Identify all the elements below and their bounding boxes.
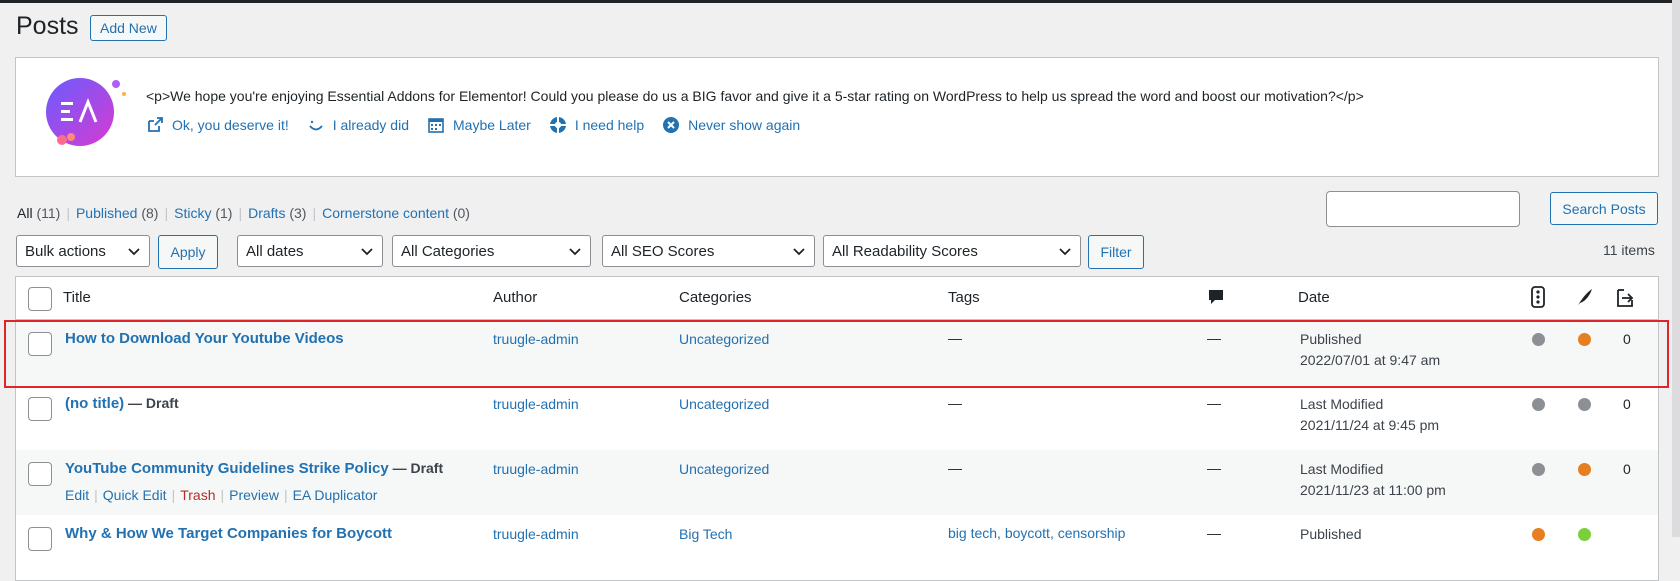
comments-cell: — [1207, 525, 1221, 541]
preview-link[interactable]: Preview [229, 487, 279, 503]
readability-dot [1578, 528, 1591, 541]
page-title: Posts [16, 12, 79, 40]
table-row: (no title) — Draft truugle-admin Uncateg… [16, 385, 1658, 450]
row-checkbox[interactable] [28, 397, 52, 421]
row-checkbox[interactable] [28, 527, 52, 551]
scrollbar[interactable] [1672, 0, 1680, 537]
post-title-link[interactable]: Why & How We Target Companies for Boycot… [65, 525, 392, 542]
seo-score-icon[interactable] [1531, 286, 1545, 308]
status-filter-links: All (11) | Published (8) | Sticky (1) | Dra… [17, 205, 470, 221]
dates-select[interactable]: All dates [237, 235, 383, 267]
chevron-down-icon [1059, 248, 1071, 256]
admin-bar [0, 0, 1680, 3]
category-link[interactable]: Uncategorized [679, 461, 769, 477]
filter-sticky[interactable]: Sticky (1) [174, 205, 232, 221]
filter-button[interactable]: Filter [1088, 235, 1144, 269]
filter-cornerstone[interactable]: Cornerstone content (0) [322, 205, 470, 221]
chevron-down-icon [128, 248, 140, 256]
seo-score-dot [1532, 398, 1545, 411]
col-tags: Tags [948, 289, 980, 306]
links-count: 0 [1623, 461, 1631, 477]
date-value: 2021/11/24 at 9:45 pm [1300, 417, 1440, 433]
col-date[interactable]: Date [1298, 289, 1330, 306]
date-status: Last Modified [1300, 396, 1384, 412]
date-status: Published [1300, 526, 1362, 542]
close-circle-icon [663, 117, 680, 133]
date-value: 2021/11/23 at 11:00 pm [1300, 482, 1446, 498]
highlight-box [4, 320, 1669, 388]
tags-cell[interactable]: big tech, boycott, censorship [948, 525, 1125, 541]
readability-select[interactable]: All Readability Scores [823, 235, 1081, 267]
table-row: YouTube Community Guidelines Strike Poli… [16, 450, 1658, 515]
need-help-link[interactable]: I need help [549, 116, 644, 134]
search-input[interactable] [1326, 191, 1520, 227]
links-count: 0 [1623, 396, 1631, 412]
bulk-actions-select[interactable]: Bulk actions [16, 235, 150, 267]
post-state: — Draft [392, 460, 444, 476]
chevron-down-icon [793, 248, 805, 256]
author-link[interactable]: truugle-admin [493, 526, 579, 542]
tags-cell: — [948, 460, 962, 476]
comment-icon[interactable] [1207, 288, 1225, 306]
chevron-down-icon [569, 248, 581, 256]
row-checkbox[interactable] [28, 462, 52, 486]
help-icon [549, 117, 566, 133]
col-title[interactable]: Title [63, 289, 91, 306]
readability-dot [1578, 463, 1591, 476]
col-categories: Categories [679, 289, 752, 306]
ok-deserve-link[interactable]: Ok, you deserve it! [146, 116, 289, 134]
select-all-checkbox[interactable] [28, 287, 52, 311]
author-link[interactable]: truugle-admin [493, 461, 579, 477]
seo-score-dot [1532, 528, 1545, 541]
ea-duplicator-link[interactable]: EA Duplicator [293, 487, 378, 503]
post-state: — Draft [128, 395, 179, 411]
trash-link[interactable]: Trash [180, 487, 215, 503]
seo-scores-select[interactable]: All SEO Scores [602, 235, 815, 267]
never-show-link[interactable]: Never show again [662, 116, 800, 134]
already-did-link[interactable]: I already did [307, 116, 409, 134]
maybe-later-link[interactable]: Maybe Later [427, 116, 531, 134]
readability-icon[interactable] [1576, 287, 1594, 307]
comments-cell: — [1207, 395, 1221, 411]
table-row: Why & How We Target Companies for Boycot… [16, 515, 1658, 580]
readability-dot [1578, 398, 1591, 411]
categories-select[interactable]: All Categories [392, 235, 591, 267]
calendar-icon [428, 118, 444, 133]
apply-button[interactable]: Apply [158, 235, 218, 269]
post-title-link[interactable]: (no title) [65, 395, 124, 412]
post-title-link[interactable]: YouTube Community Guidelines Strike Poli… [65, 460, 389, 477]
row-actions: Edit | Quick Edit | Trash | Preview | EA Dup… [65, 487, 378, 503]
comments-cell: — [1207, 460, 1221, 476]
seo-score-dot [1532, 463, 1545, 476]
category-link[interactable]: Uncategorized [679, 396, 769, 412]
date-status: Last Modified [1300, 461, 1384, 477]
items-count: 11 items [1603, 242, 1655, 258]
author-link[interactable]: truugle-admin [493, 396, 579, 412]
ea-rating-notice: <p>We hope you're enjoying Essential Add… [15, 57, 1659, 177]
tags-cell: — [948, 395, 962, 411]
outgoing-links-icon[interactable] [1614, 286, 1636, 308]
search-posts-button[interactable]: Search Posts [1550, 192, 1658, 225]
chevron-down-icon [361, 248, 373, 256]
table-header: Title Author Categories Tags Date [16, 277, 1658, 320]
external-link-icon [148, 117, 163, 132]
filter-drafts[interactable]: Drafts (3) [248, 205, 306, 221]
filter-published[interactable]: Published (8) [76, 205, 159, 221]
add-new-button[interactable]: Add New [90, 15, 167, 41]
quick-edit-link[interactable]: Quick Edit [103, 487, 167, 503]
edit-link[interactable]: Edit [65, 487, 89, 503]
category-link[interactable]: Big Tech [679, 526, 732, 542]
smile-icon [309, 120, 323, 131]
notice-message: <p>We hope you're enjoying Essential Add… [146, 88, 1364, 104]
filter-all[interactable]: All (11) [17, 205, 60, 221]
col-author: Author [493, 289, 538, 306]
ea-logo [44, 76, 126, 146]
